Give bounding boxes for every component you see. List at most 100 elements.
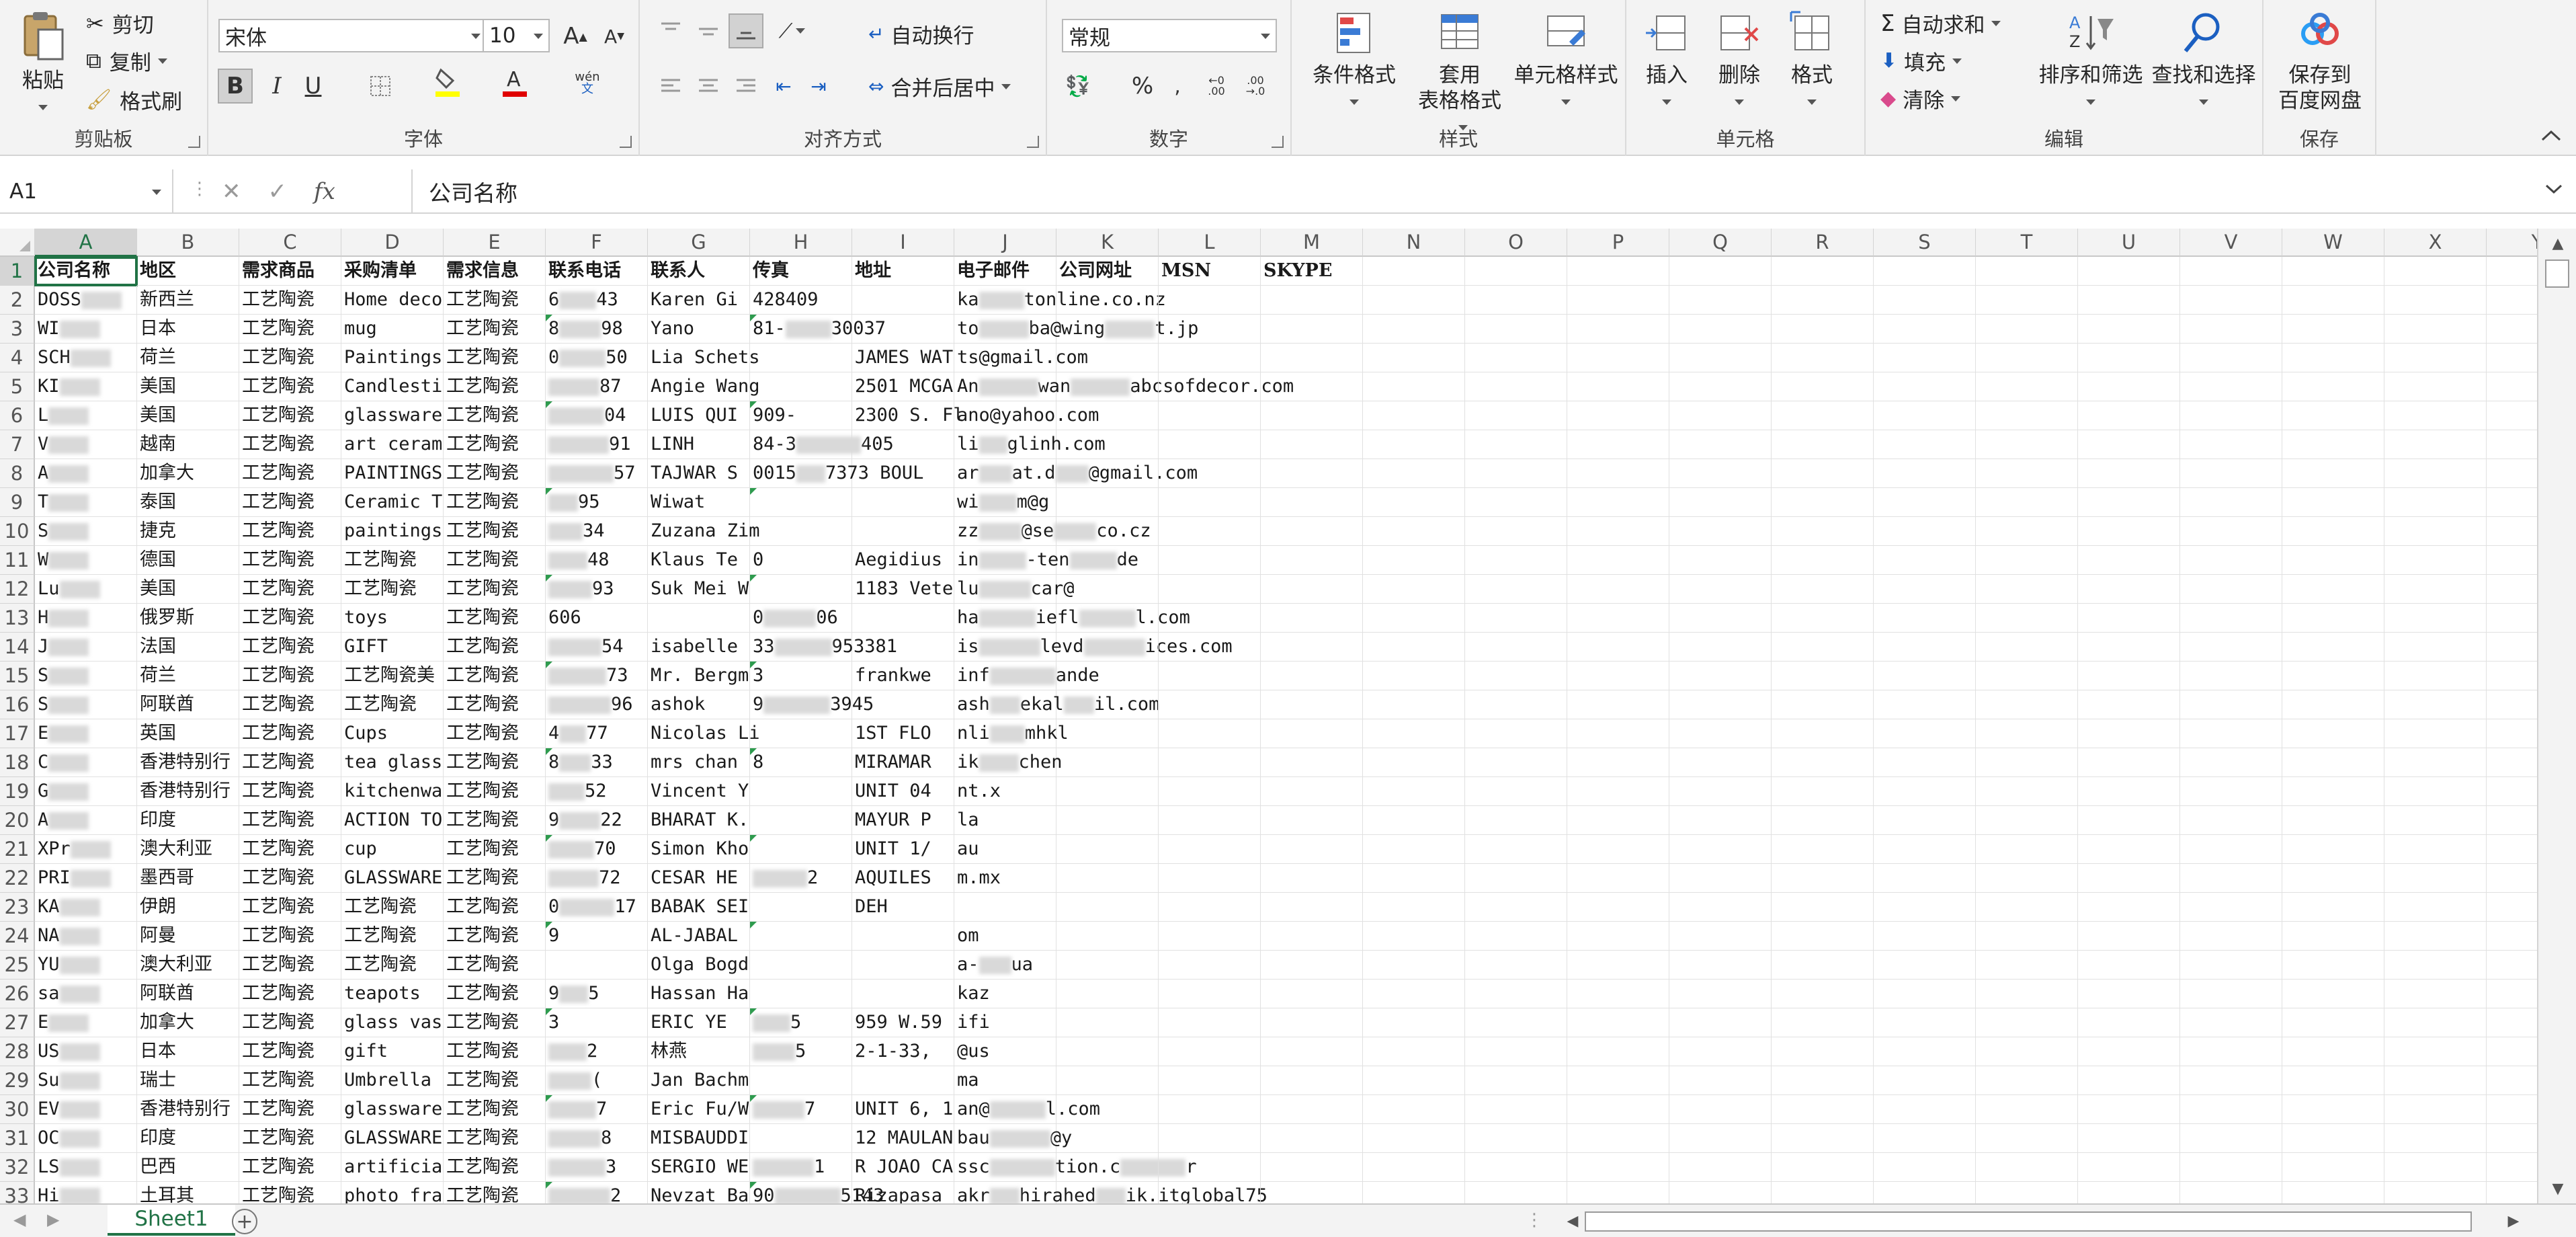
cell-l[interactable]: [1159, 690, 1261, 719]
cell-c[interactable]: 工艺陶瓷: [239, 575, 341, 604]
conditional-formatting-button[interactable]: 条件格式: [1297, 9, 1411, 114]
cell-d[interactable]: paintings: [341, 517, 444, 546]
cell-f[interactable]: 52: [546, 777, 648, 806]
cell-j[interactable]: ik chen: [954, 748, 1063, 777]
grid-cell[interactable]: [2384, 806, 2487, 835]
cell-l[interactable]: [1159, 517, 1261, 546]
cell-f[interactable]: 87: [546, 372, 648, 401]
grid-cell[interactable]: [1976, 662, 2078, 690]
cell-i[interactable]: [852, 951, 954, 980]
cell-c[interactable]: 工艺陶瓷: [239, 517, 341, 546]
row-header[interactable]: 26: [0, 980, 35, 1008]
grid-cell[interactable]: [1772, 315, 1874, 344]
grid-cell[interactable]: [1465, 1124, 1567, 1153]
grid-cell[interactable]: [1874, 344, 1976, 372]
cell-h[interactable]: 0 06: [750, 604, 852, 633]
grid-cell[interactable]: [1669, 864, 1772, 893]
cell-l[interactable]: [1159, 1037, 1261, 1066]
cell-e[interactable]: 工艺陶瓷: [444, 1066, 546, 1095]
cell-d[interactable]: Ceramic T: [341, 488, 444, 517]
grid-cell[interactable]: [1567, 286, 1669, 315]
grid-cell[interactable]: [1976, 372, 2078, 401]
grid-cell[interactable]: [1772, 1095, 1874, 1124]
cell-a[interactable]: DOSS: [35, 286, 137, 315]
row-header[interactable]: 13: [0, 604, 35, 633]
grid-cell[interactable]: [1772, 662, 1874, 690]
cell-b[interactable]: 澳大利亚: [137, 835, 239, 864]
grid-cell[interactable]: [1465, 1008, 1567, 1037]
grid-cell[interactable]: [2384, 517, 2487, 546]
cell-l[interactable]: [1159, 1066, 1261, 1095]
find-select-button[interactable]: 查找和选择: [2147, 9, 2261, 114]
cell-c[interactable]: 工艺陶瓷: [239, 951, 341, 980]
insert-function-icon[interactable]: fx: [314, 178, 335, 205]
cell-f[interactable]: 70: [546, 835, 648, 864]
grid-cell[interactable]: [1772, 922, 1874, 951]
grid-cell[interactable]: [1567, 575, 1669, 604]
grid-cell[interactable]: [2078, 1037, 2180, 1066]
grid-cell[interactable]: [2384, 575, 2487, 604]
grid-cell[interactable]: [1976, 575, 2078, 604]
grid-cell[interactable]: [2487, 344, 2537, 372]
grid-cell[interactable]: [2180, 401, 2282, 430]
row-header[interactable]: 16: [0, 690, 35, 719]
cell-m[interactable]: [1261, 748, 1363, 777]
name-box[interactable]: A1: [0, 169, 173, 214]
grid-cell[interactable]: [2180, 1008, 2282, 1037]
cell-d[interactable]: teapots: [341, 980, 444, 1008]
grid-cell[interactable]: [2078, 893, 2180, 922]
cell-b[interactable]: 美国: [137, 372, 239, 401]
row-header[interactable]: 8: [0, 459, 35, 488]
cell-c[interactable]: 工艺陶瓷: [239, 777, 341, 806]
cell-i[interactable]: [852, 922, 954, 951]
cell-j[interactable]: ma: [954, 1066, 1056, 1095]
grid-cell[interactable]: [2078, 401, 2180, 430]
grid-cell[interactable]: [2078, 575, 2180, 604]
grid-cell[interactable]: [1567, 604, 1669, 633]
grid-cell[interactable]: [1567, 546, 1669, 575]
cell-l[interactable]: [1159, 1095, 1261, 1124]
cell-d[interactable]: Umbrella: [341, 1066, 444, 1095]
cell-g[interactable]: AL-JABAL: [648, 922, 750, 951]
grid-cell[interactable]: [1874, 864, 1976, 893]
grid-cell[interactable]: [2487, 257, 2537, 286]
grid-cell[interactable]: [1363, 1124, 1465, 1153]
cell-h[interactable]: [750, 517, 852, 546]
grid-cell[interactable]: [2487, 1095, 2537, 1124]
cell-m[interactable]: [1261, 430, 1363, 459]
cell-l[interactable]: [1159, 893, 1261, 922]
collapse-ribbon-icon[interactable]: [2541, 129, 2561, 149]
header-cell[interactable]: 联系电话: [546, 257, 648, 286]
cell-f[interactable]: 34: [546, 517, 648, 546]
cell-c[interactable]: 工艺陶瓷: [239, 1037, 341, 1066]
cell-h[interactable]: 1: [750, 1153, 852, 1182]
cell-f[interactable]: 6 43: [546, 286, 648, 315]
decrease-font-size-icon[interactable]: A ▼: [597, 19, 632, 54]
autosum-button[interactable]: Σ 自动求和: [1880, 8, 2001, 38]
cell-e[interactable]: 工艺陶瓷: [444, 893, 546, 922]
grid-cell[interactable]: [1567, 488, 1669, 517]
grid-cell[interactable]: [1669, 806, 1772, 835]
grid-cell[interactable]: [1363, 864, 1465, 893]
cell-f[interactable]: 91: [546, 430, 648, 459]
cell-g[interactable]: Mr. Bergm: [648, 662, 750, 690]
cell-i[interactable]: [852, 1066, 954, 1095]
cell-m[interactable]: [1261, 372, 1363, 401]
grid-cell[interactable]: [2487, 864, 2537, 893]
grid-cell[interactable]: [1363, 517, 1465, 546]
cell-b[interactable]: 法国: [137, 633, 239, 662]
cell-a[interactable]: H: [35, 604, 137, 633]
cell-i[interactable]: [852, 315, 954, 344]
cell-k[interactable]: [1056, 1037, 1159, 1066]
grid-cell[interactable]: [1465, 633, 1567, 662]
copy-button[interactable]: ⧉ 复制: [86, 46, 167, 76]
grid-cell[interactable]: [1874, 575, 1976, 604]
grid-cell[interactable]: [1465, 1182, 1567, 1203]
grid-cell[interactable]: [2180, 1095, 2282, 1124]
cell-b[interactable]: 新西兰: [137, 286, 239, 315]
column-header-f[interactable]: F: [546, 229, 648, 257]
cell-i[interactable]: [852, 286, 954, 315]
cell-c[interactable]: 工艺陶瓷: [239, 864, 341, 893]
grid-cell[interactable]: [1874, 835, 1976, 864]
format-painter-button[interactable]: 🖌 格式刷: [86, 85, 182, 115]
